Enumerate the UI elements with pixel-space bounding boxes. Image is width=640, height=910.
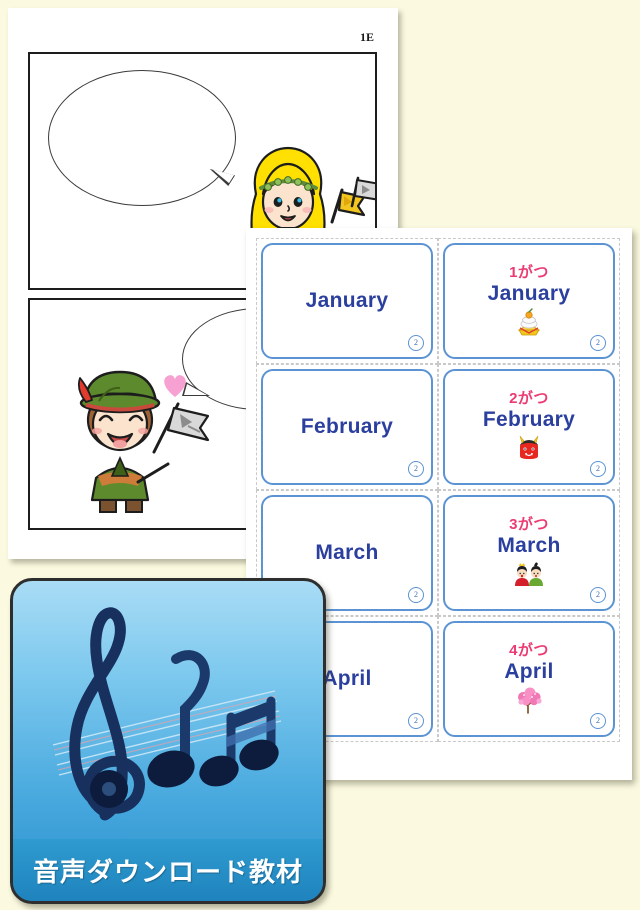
card-number-badge: 2	[590, 461, 606, 477]
treble-clef-music-notes-icon	[52, 607, 282, 821]
card-number-badge: 2	[408, 587, 424, 603]
flashcard-english-label: January	[487, 281, 571, 305]
cut-cell: 3がつ March 2	[438, 490, 620, 616]
flashcard-february-plain[interactable]: February 2	[261, 369, 433, 485]
audio-download-tile[interactable]: 音声ダウンロード教材	[10, 578, 326, 904]
flashcard-japanese-label: 2がつ	[509, 389, 549, 407]
audio-download-label-bar: 音声ダウンロード教材	[13, 839, 323, 901]
red-oni-icon	[516, 433, 542, 463]
flashcard-april-illustrated[interactable]: 4がつ April 2	[443, 621, 615, 737]
card-number-badge: 2	[590, 713, 606, 729]
speech-bubble-tail-icon	[206, 169, 236, 187]
flashcard-english-label: February	[482, 407, 576, 431]
cut-cell: January 2	[256, 238, 438, 364]
card-number-badge: 2	[590, 587, 606, 603]
kagami-mochi-icon	[516, 307, 542, 337]
flashcard-japanese-label: 4がつ	[509, 641, 549, 659]
card-number-badge: 2	[408, 461, 424, 477]
flashcard-japanese-label: 3がつ	[509, 515, 549, 533]
worksheet-page-code: 1E	[359, 30, 374, 44]
flashcard-english-label: March	[315, 540, 379, 564]
flashcard-english-label: March	[497, 533, 561, 557]
cut-cell: 1がつ January 2	[438, 238, 620, 364]
hina-dolls-icon	[512, 559, 546, 589]
cut-cell: 4がつ April 2	[438, 616, 620, 742]
flashcard-english-label: April	[504, 659, 554, 683]
cut-cell: February 2	[256, 364, 438, 490]
flashcard-japanese-label: 1がつ	[509, 263, 549, 281]
flashcard-february-illustrated[interactable]: 2がつ February 2	[443, 369, 615, 485]
card-number-badge: 2	[590, 335, 606, 351]
speech-bubble-icon	[48, 70, 236, 206]
cut-cell: 2がつ February 2	[438, 364, 620, 490]
flashcard-english-label: January	[305, 288, 389, 312]
flashcard-january-plain[interactable]: January 2	[261, 243, 433, 359]
flashcard-january-illustrated[interactable]: 1がつ January 2	[443, 243, 615, 359]
flashcard-march-illustrated[interactable]: 3がつ March 2	[443, 495, 615, 611]
flashcard-english-label: April	[322, 666, 372, 690]
audio-download-label: 音声ダウンロード教材	[32, 857, 303, 888]
card-number-badge: 2	[408, 335, 424, 351]
gray-map-flag-icon	[152, 402, 210, 454]
cherry-blossom-tree-icon	[513, 685, 545, 715]
flashcard-english-label: February	[300, 414, 394, 438]
card-number-badge: 2	[408, 713, 424, 729]
gray-flag-icon	[350, 176, 375, 208]
